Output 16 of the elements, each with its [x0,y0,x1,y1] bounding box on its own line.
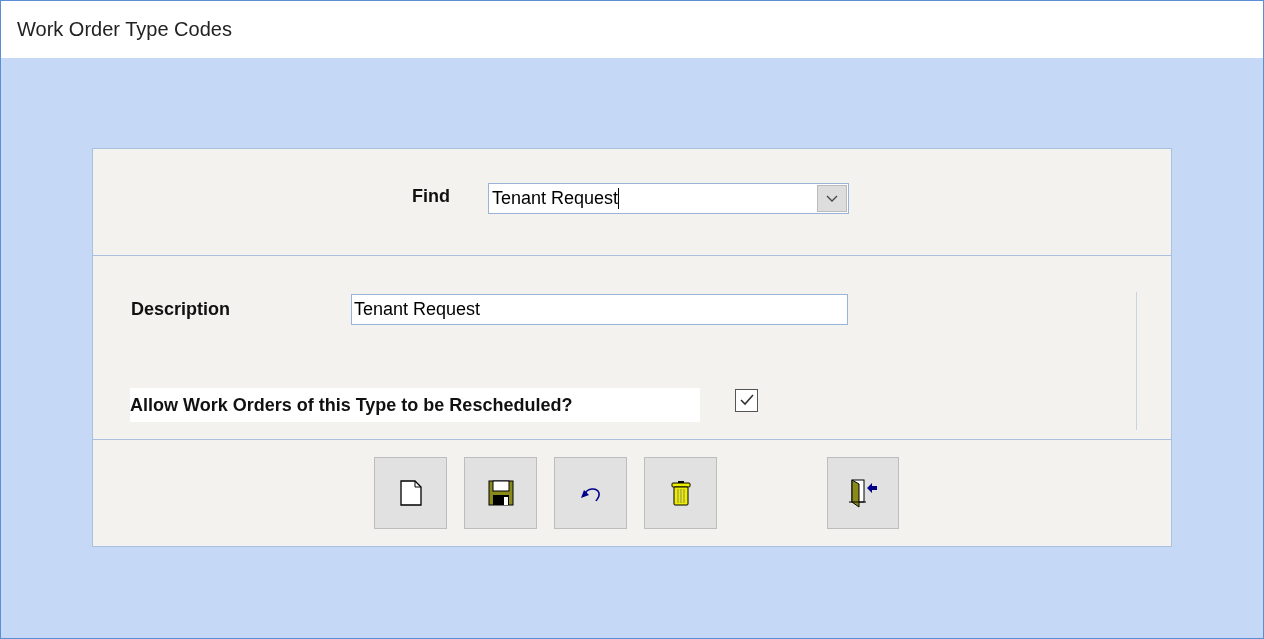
delete-button[interactable] [644,457,717,529]
description-label: Description [131,299,232,320]
reschedule-checkbox[interactable] [735,388,758,412]
save-button[interactable] [464,457,537,529]
chevron-down-icon [826,194,838,203]
document-icon [399,480,422,506]
trash-can-icon [670,480,691,506]
find-label: Find [412,185,450,207]
checkmark-icon [738,393,755,407]
window-title: Work Order Type Codes [17,18,232,41]
reschedule-label: Allow Work Orders of this Type to be Rescheduled? [130,388,700,422]
exit-door-icon [848,478,878,508]
new-button[interactable] [374,457,447,529]
find-combobox[interactable]: Tenant Request [488,183,849,214]
exit-button[interactable] [827,457,899,529]
description-field[interactable]: Tenant Request [351,294,848,325]
